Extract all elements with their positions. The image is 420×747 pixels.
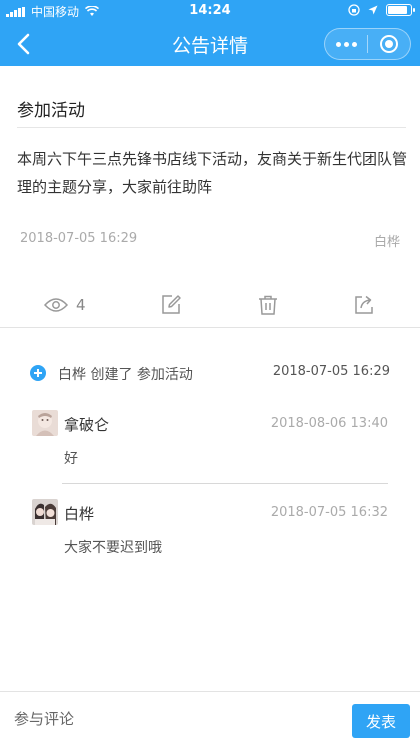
comment-input[interactable] — [14, 704, 334, 734]
edit-icon — [162, 295, 181, 314]
close-button[interactable] — [368, 29, 410, 59]
comment-bar: 发表 — [0, 691, 420, 747]
plus-circle-icon — [30, 365, 46, 381]
nav-bar: 公告详情 — [0, 22, 420, 66]
trash-icon — [259, 295, 277, 315]
target-circle-icon — [380, 35, 398, 53]
share-button[interactable] — [353, 290, 375, 320]
comment-divider — [62, 483, 388, 484]
avatar — [32, 499, 58, 525]
status-right — [348, 4, 415, 16]
announcement-title: 参加活动 — [17, 101, 85, 121]
lock-rotation-icon — [348, 4, 360, 16]
publish-button[interactable]: 发表 — [352, 704, 410, 738]
announcement-author: 白桦 — [373, 235, 400, 250]
activity-entry: 白桦 创建了 参加活动 2018-07-05 16:29 — [30, 364, 390, 384]
comment-time: 2018-08-06 13:40 — [270, 416, 388, 431]
eye-icon — [44, 298, 68, 312]
status-bar: 中国移动 14:24 — [0, 0, 420, 22]
view-count-indicator: 4 — [44, 290, 86, 320]
announcement-date: 2018-07-05 16:29 — [20, 231, 138, 246]
announcement-body: 本周六下午三点先锋书店线下活动，友商关于新生代团队管理的主题分享，大家前往助阵 — [17, 150, 408, 196]
comment-text: 大家不要迟到哦 — [64, 540, 162, 556]
comment-author: 白桦 — [64, 505, 95, 523]
delete-button[interactable] — [257, 290, 279, 320]
mini-program-capsule — [324, 28, 411, 60]
comment-item: 白桦 2018-07-05 16:32 大家不要迟到哦 — [32, 499, 388, 569]
avatar — [32, 410, 58, 436]
title-divider — [17, 127, 406, 128]
comment-text: 好 — [64, 451, 78, 467]
location-icon — [368, 5, 378, 15]
header-bar: 中国移动 14:24 公告详情 — [0, 0, 420, 66]
more-button[interactable] — [325, 29, 367, 59]
view-count: 4 — [76, 296, 86, 314]
action-bar: 4 — [0, 290, 420, 320]
comment-item: 拿破仑 2018-08-06 13:40 好 — [32, 410, 388, 480]
more-dots-icon — [335, 41, 341, 47]
share-icon — [355, 295, 373, 314]
comment-time: 2018-07-05 16:32 — [270, 505, 388, 520]
battery-icon — [386, 4, 415, 16]
activity-text: 白桦 创建了 参加活动 — [58, 367, 193, 383]
activity-time: 2018-07-05 16:29 — [272, 364, 390, 379]
edit-button[interactable] — [160, 290, 182, 320]
section-divider — [0, 327, 420, 328]
comment-author: 拿破仑 — [64, 416, 110, 434]
